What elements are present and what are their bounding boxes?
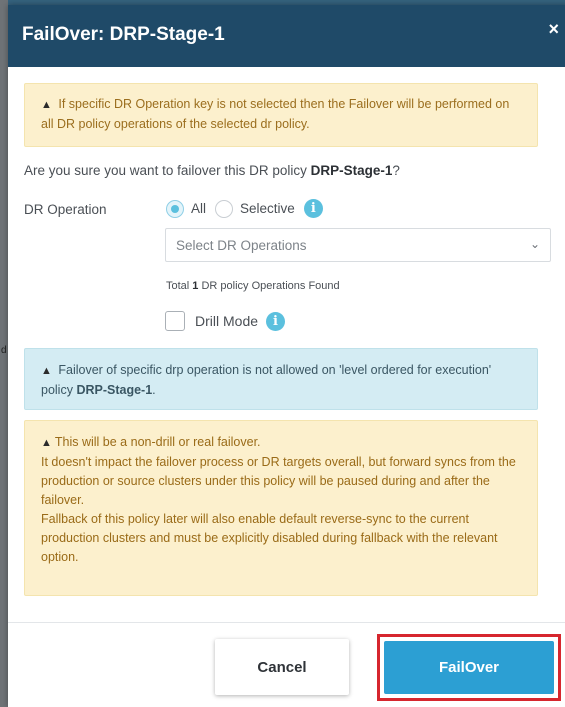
drill-mode-checkbox[interactable] (165, 311, 185, 331)
dr-operation-label: DR Operation (24, 202, 107, 217)
non-drill-title: This will be a non-drill or real failove… (54, 435, 261, 449)
select-placeholder: Select DR Operations (176, 238, 307, 253)
failover-button[interactable]: FailOver (384, 641, 554, 694)
radio-selective[interactable] (215, 199, 234, 218)
confirm-prefix: Are you sure you want to failover this D… (24, 163, 311, 178)
close-icon[interactable]: × (548, 19, 559, 40)
dialog-title: FailOver: DRP-Stage-1 (22, 24, 225, 45)
radio-selective-label[interactable]: Selective (240, 201, 295, 216)
warning-triangle-icon: ▲ (41, 437, 52, 449)
chevron-down-icon: ⌄ (529, 237, 540, 251)
confirm-policy-name: DRP-Stage-1 (310, 163, 393, 178)
warning-triangle-icon: ▲ (41, 365, 52, 377)
failover-dialog: FailOver: DRP-Stage-1 × ▲ If specific DR… (8, 5, 565, 707)
info-icon[interactable]: i (303, 199, 323, 218)
info-icon[interactable]: i (266, 311, 286, 331)
level-ordered-info-alert: ▲ Failover of specific drp operation is … (24, 348, 538, 410)
found-prefix: Total (166, 280, 193, 292)
footer-divider (8, 622, 565, 623)
dialog-header: FailOver: DRP-Stage-1 × (8, 5, 565, 67)
radio-all[interactable] (166, 199, 184, 218)
drill-mode-label[interactable]: Drill Mode (195, 313, 258, 329)
non-drill-paragraph-1: It doesn't impact the failover process o… (41, 455, 516, 507)
operation-key-warning-text: If specific DR Operation key is not sele… (41, 97, 510, 131)
found-suffix: DR policy Operations Found (198, 280, 340, 292)
non-drill-paragraph-2: Fallback of this policy later will also … (41, 512, 498, 564)
info-alert-policy: DRP-Stage-1 (76, 383, 153, 397)
info-alert-suffix: . (152, 383, 156, 397)
dr-operations-select[interactable]: Select DR Operations ⌄ (165, 228, 551, 262)
non-drill-warning: ▲ This will be a non-drill or real failov… (24, 420, 538, 596)
warning-triangle-icon: ▲ (41, 99, 52, 111)
operations-found-count: Total 1 DR policy Operations Found (166, 280, 340, 292)
drill-mode-row: Drill Mode i (165, 311, 286, 331)
confirm-suffix: ? (392, 163, 400, 178)
backdrop-text-fragment: d (1, 345, 7, 356)
radio-all-label[interactable]: All (191, 201, 206, 216)
dr-operation-radio-group: All Selective i (166, 199, 323, 218)
confirm-question: Are you sure you want to failover this D… (24, 163, 400, 178)
cancel-button[interactable]: Cancel (215, 639, 349, 695)
operation-key-warning: ▲ If specific DR Operation key is not se… (24, 83, 538, 147)
